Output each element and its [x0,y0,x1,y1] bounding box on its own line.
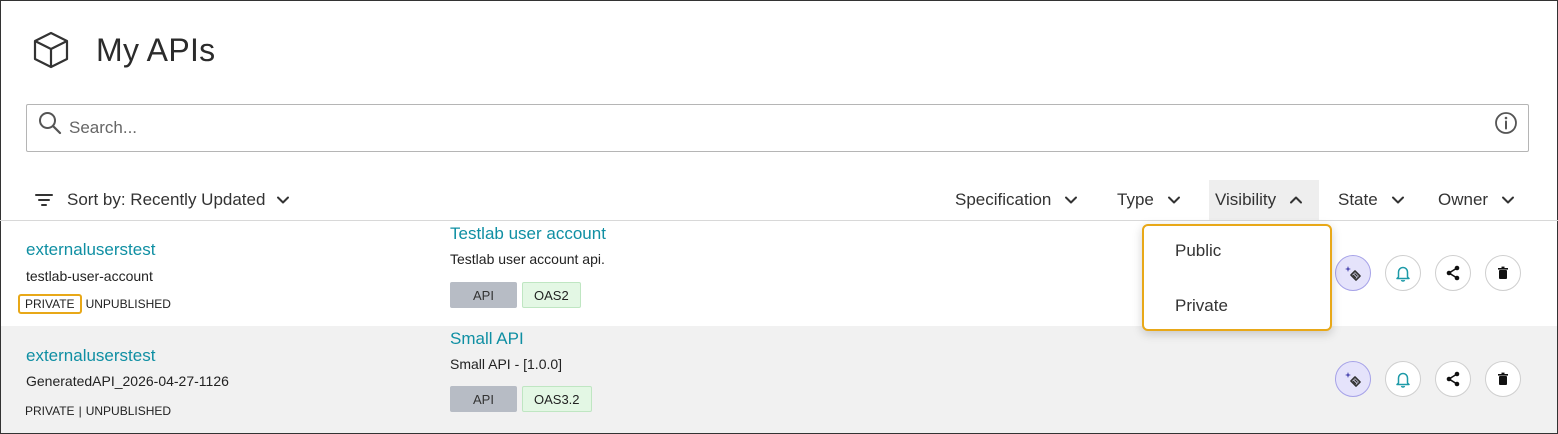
filter-owner[interactable]: Owner [1432,180,1522,220]
owner-link[interactable]: externaluserstest [26,346,155,366]
notify-button[interactable] [1385,255,1421,291]
type-tag: API [450,386,517,412]
filter-bar: Sort by: Recently Updated Specification … [0,180,1558,220]
chevron-down-icon [1065,196,1078,204]
state-badge: UNPUBLISHED [85,297,171,311]
filter-state[interactable]: State [1332,180,1412,220]
info-icon[interactable] [1494,111,1518,135]
ai-assist-icon [1345,372,1361,387]
share-icon [1446,371,1460,387]
bell-icon [1396,372,1410,388]
filter-label: State [1338,190,1378,209]
ai-assist-button[interactable] [1335,361,1371,397]
visibility-dropdown-menu: Public Private [1142,224,1332,331]
chevron-up-icon [1290,196,1303,204]
row-actions [1335,255,1535,291]
api-status: PRIVATE | UNPUBLISHED [25,404,171,418]
chevron-down-icon [1167,196,1180,204]
type-tag: API [450,282,517,308]
trash-icon [1498,372,1508,385]
owner-link[interactable]: externaluserstest [26,240,155,260]
ai-assist-button[interactable] [1335,255,1371,291]
page-header: My APIs [30,28,215,72]
api-description: Testlab user account api. [450,251,605,267]
search-icon [39,112,62,135]
api-row[interactable]: externaluserstest GeneratedAPI_2026-04-2… [1,326,1557,433]
delete-button[interactable] [1485,255,1521,291]
api-tags: API OAS2 [450,282,586,308]
notify-button[interactable] [1385,361,1421,397]
api-tags: API OAS3.2 [450,386,597,412]
search-input[interactable] [69,115,1469,141]
filter-label: Visibility [1215,190,1277,209]
chevron-down-icon [1502,196,1515,204]
cube-icon [33,31,69,69]
visibility-badge: PRIVATE [25,404,75,418]
share-icon [1446,265,1460,281]
api-slug: GeneratedAPI_2026-04-27-1126 [26,373,229,389]
spec-tag: OAS2 [522,282,581,308]
filter-label: Owner [1438,190,1489,209]
visibility-badge: PRIVATE [18,294,82,314]
api-title-link[interactable]: Small API [450,329,524,349]
api-title-link[interactable]: Testlab user account [450,224,606,244]
page-title: My APIs [96,31,216,68]
search-box[interactable] [26,104,1529,152]
sort-label: Sort by: Recently Updated [67,190,266,209]
visibility-option-private[interactable]: Private [1175,296,1228,316]
filter-lines-icon [35,194,53,206]
filter-label: Specification [955,190,1052,209]
trash-icon [1498,266,1508,279]
chevron-down-icon [277,196,290,204]
state-badge: UNPUBLISHED [85,404,172,418]
share-button[interactable] [1435,361,1471,397]
status-separator: | [78,404,82,418]
filter-type[interactable]: Type [1111,180,1188,220]
bell-icon [1396,266,1410,282]
share-button[interactable] [1435,255,1471,291]
filter-specification[interactable]: Specification [949,180,1085,220]
api-status: PRIVATE UNPUBLISHED [18,294,171,314]
filter-visibility[interactable]: Visibility [1209,180,1319,220]
spec-tag: OAS3.2 [522,386,592,412]
chevron-down-icon [1391,196,1404,204]
sort-dropdown[interactable]: Sort by: Recently Updated [34,180,291,220]
api-description: Small API - [1.0.0] [450,356,563,372]
delete-button[interactable] [1485,361,1521,397]
row-actions [1335,361,1535,397]
api-slug: testlab-user-account [26,268,153,284]
filter-label: Type [1117,190,1154,209]
visibility-option-public[interactable]: Public [1175,241,1221,261]
ai-assist-icon [1345,266,1361,281]
